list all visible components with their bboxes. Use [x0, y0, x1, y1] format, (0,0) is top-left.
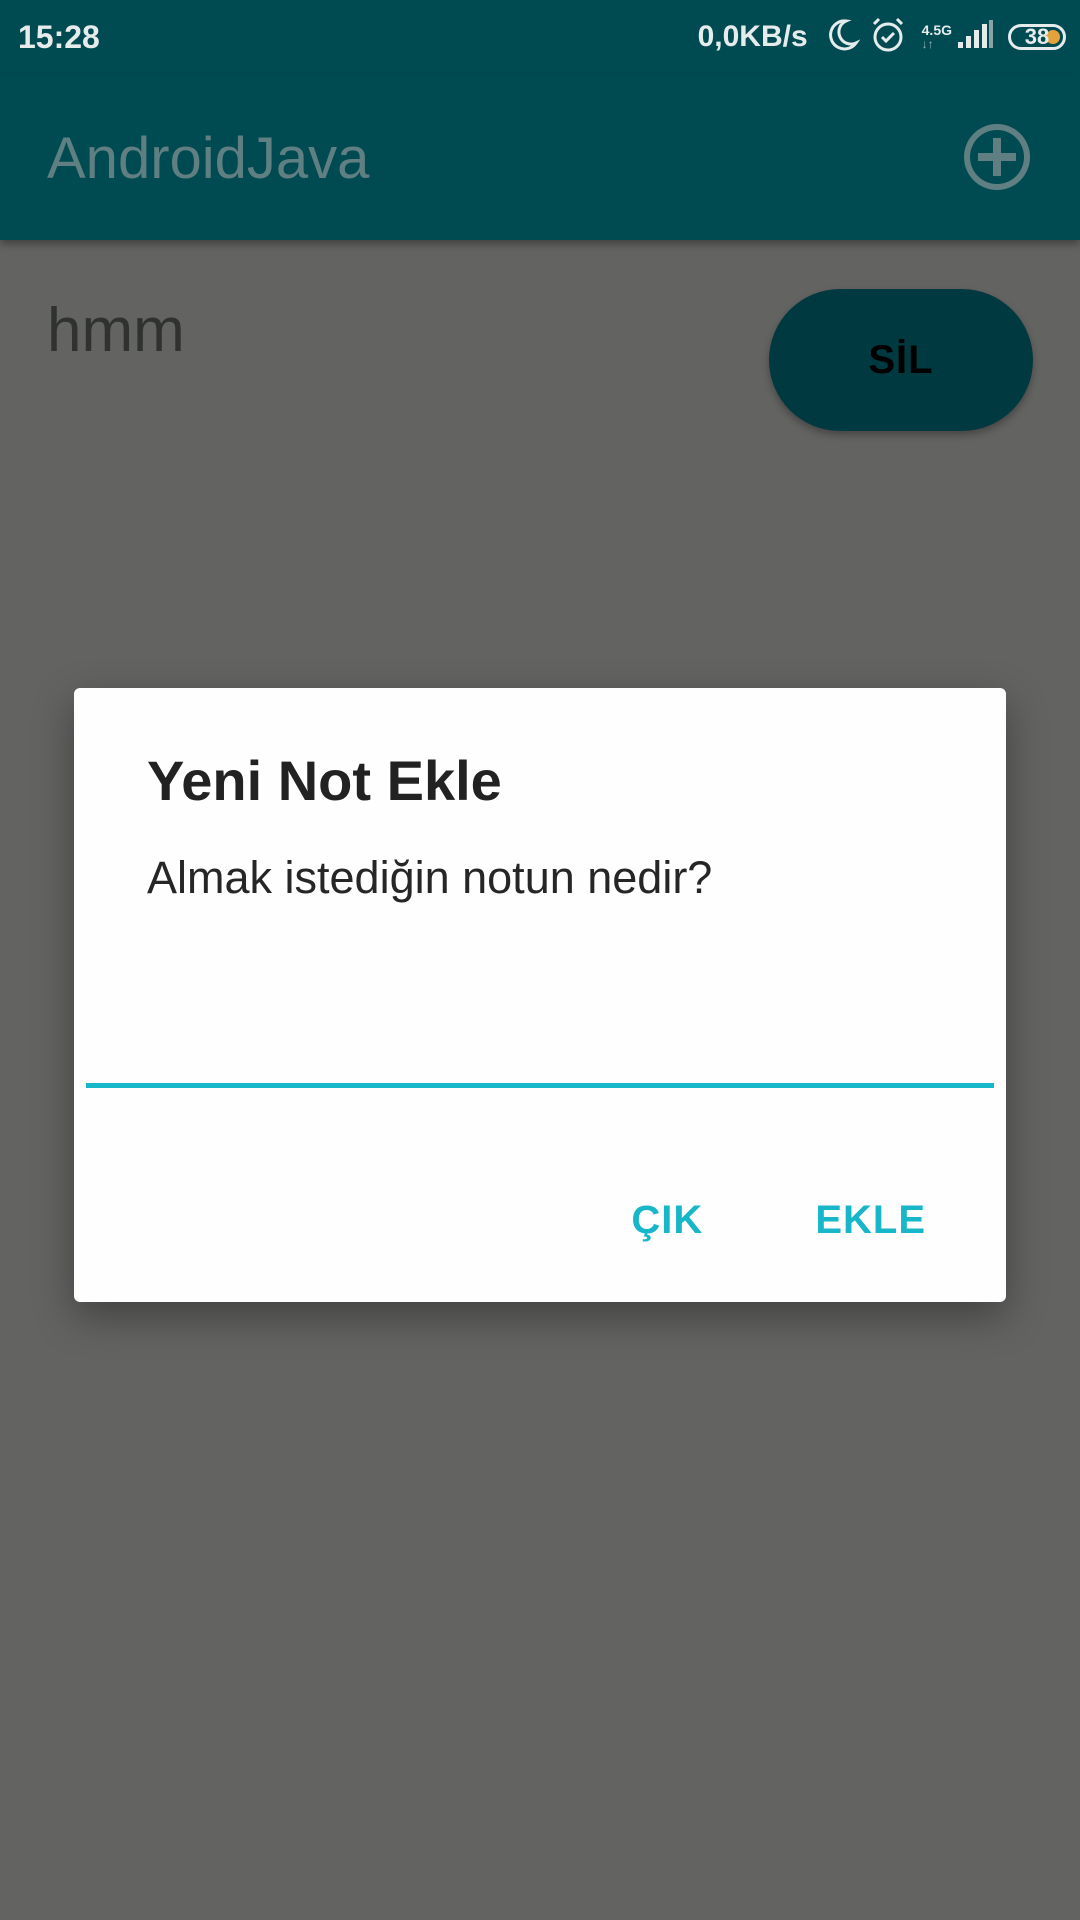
network-speed: 0,0KB/s	[697, 20, 808, 53]
status-time: 15:28	[18, 19, 100, 55]
note-text: hmm	[47, 296, 185, 365]
network-type: 4.5G ↓↑	[922, 23, 952, 51]
status-bar: 15:28 0,0KB/s 4.5G ↓↑ 38	[0, 0, 1080, 75]
cancel-button[interactable]: ÇIK	[631, 1194, 703, 1246]
dialog-message: Almak istediğin notun nedir?	[147, 852, 713, 903]
battery-level: 38	[1024, 24, 1050, 49]
signal-icon	[956, 19, 994, 55]
app-title: AndroidJava	[47, 126, 370, 191]
network-type-label: 4.5G	[921, 22, 952, 38]
add-circle-icon[interactable]	[960, 120, 1034, 194]
data-arrows-icon: ↓↑	[921, 37, 934, 51]
add-button[interactable]: EKLE	[815, 1194, 926, 1246]
dialog-title: Yeni Not Ekle	[147, 749, 502, 812]
app-bar: AndroidJava	[0, 75, 1080, 240]
add-note-dialog: Yeni Not Ekle Almak istediğin notun nedi…	[74, 688, 1006, 1302]
battery-icon: 38	[1008, 24, 1066, 50]
status-icons: 0,0KB/s 4.5G ↓↑ 38	[698, 14, 1066, 60]
dialog-actions: ÇIK EKLE	[631, 1194, 926, 1246]
note-input[interactable]	[86, 1018, 994, 1088]
delete-button[interactable]: SİL	[769, 289, 1033, 431]
alarm-icon	[868, 15, 908, 60]
moon-icon	[824, 17, 861, 58]
